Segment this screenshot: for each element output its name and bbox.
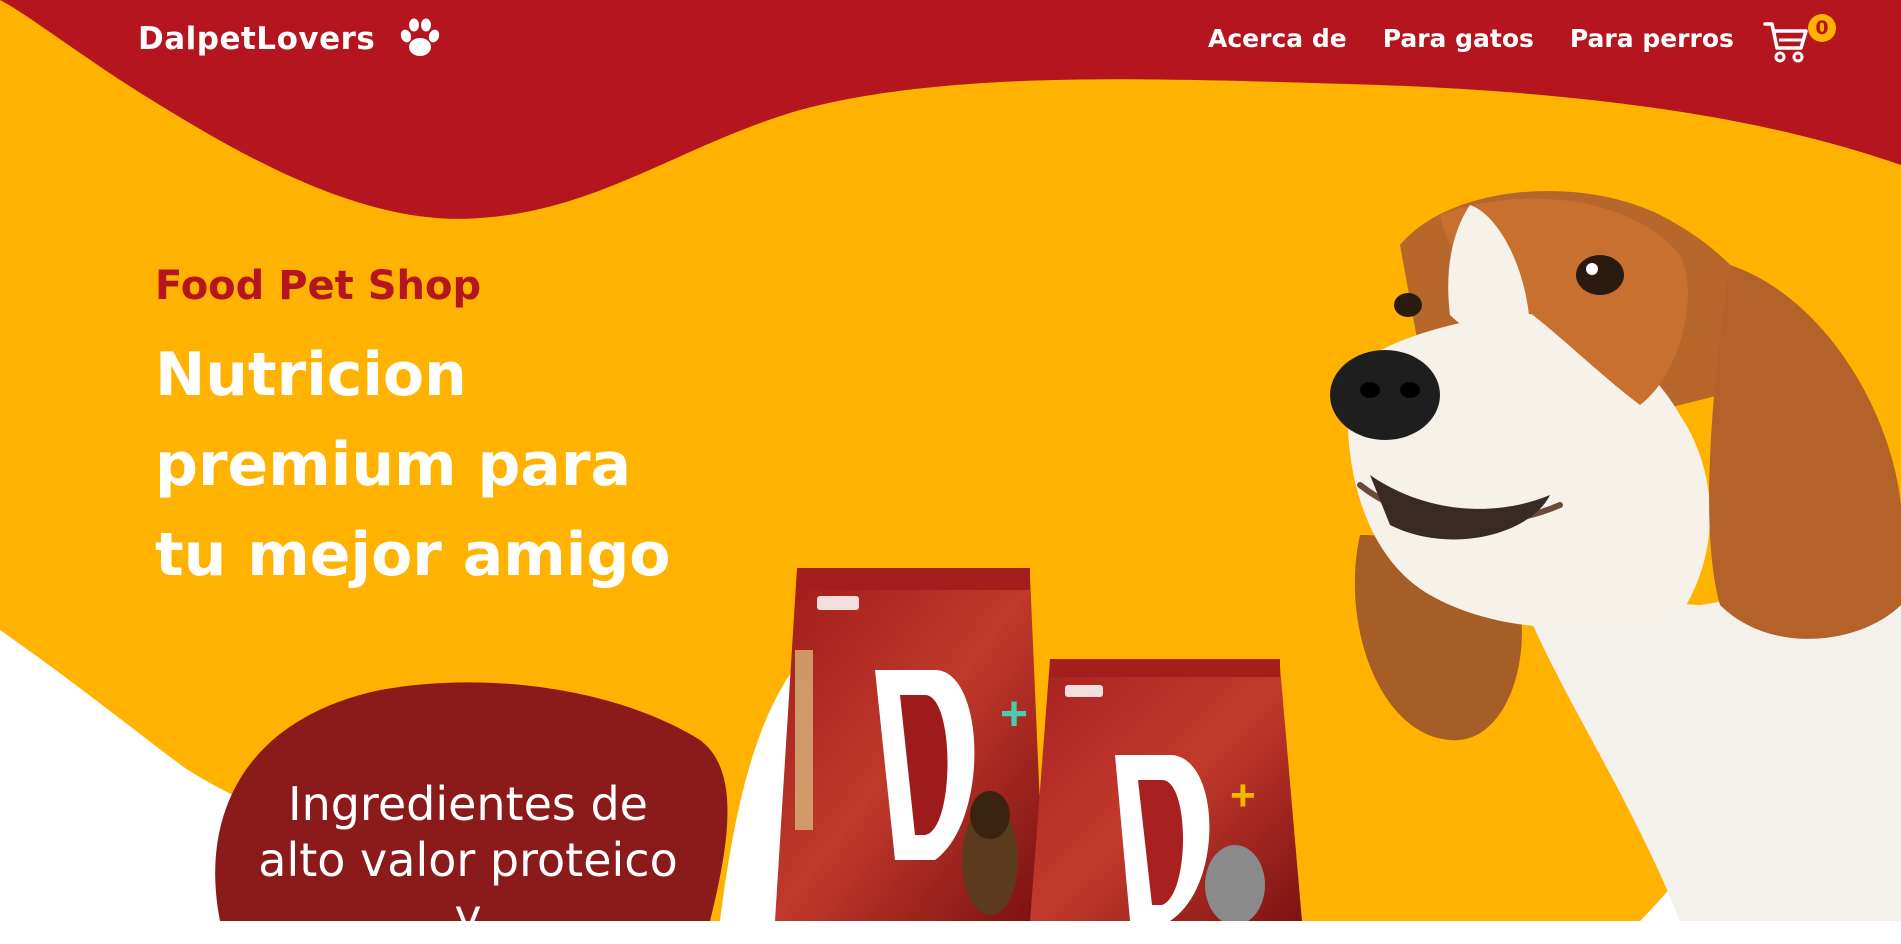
nav-link-para-gatos[interactable]: Para gatos: [1383, 24, 1534, 53]
svg-text:+: +: [1230, 771, 1256, 820]
paw-icon: [401, 18, 440, 56]
product-bag-image: +: [775, 568, 1045, 921]
hero-subtitle: Food Pet Shop: [155, 263, 482, 309]
feature-blob-text: Ingredientes de alto valor proteico y: [258, 777, 678, 943]
svg-text:+: +: [1000, 688, 1028, 741]
dog-photo: [1330, 191, 1901, 921]
cart-count-badge: 0: [1808, 14, 1836, 42]
nav-link-para-perros[interactable]: Para perros: [1570, 24, 1734, 53]
brand-logo[interactable]: DalpetLovers: [138, 16, 443, 62]
main-menu: Acerca de Para gatos Para perros: [1208, 24, 1734, 53]
brand-name: DalpetLovers: [138, 21, 376, 57]
nav-link-acerca-de[interactable]: Acerca de: [1208, 24, 1347, 53]
hero-title: Nutricion premium para tu mejor amigo: [155, 340, 671, 590]
cart-icon[interactable]: [1763, 20, 1809, 64]
product-bag-image: +: [1030, 659, 1302, 921]
top-navbar: DalpetLovers Acerca de Para gatos Para p…: [0, 0, 1901, 80]
